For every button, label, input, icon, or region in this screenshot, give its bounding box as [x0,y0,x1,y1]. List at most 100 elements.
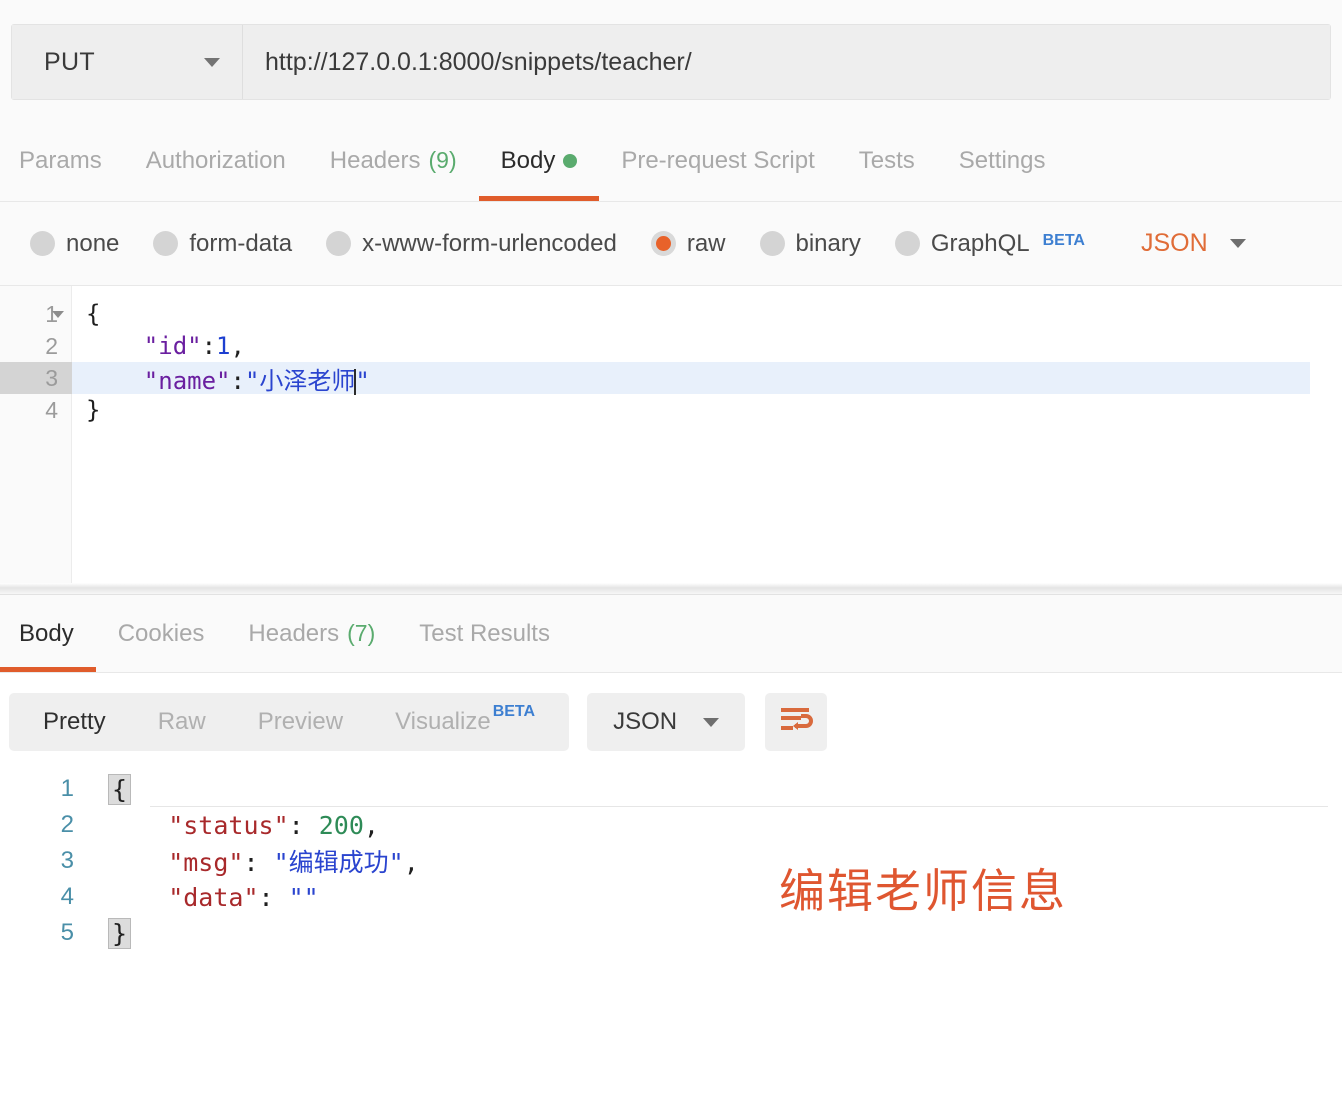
code-token: , [403,848,419,877]
body-type-radio-group: none form-data x-www-form-urlencoded raw bin… [0,230,1119,258]
request-url-input[interactable] [243,25,1330,99]
response-tab-cookies[interactable]: Cookies [96,595,227,672]
code-text: "msg": "编辑成功", [100,843,419,879]
body-type-label: GraphQL [930,229,1030,257]
response-body-viewer: 1{2 "status": 200, 3 "msg": "编辑成功", 4 "dat… [0,771,1342,1110]
postman-window: PUT Params Authorization Headers (9) Body Pre… [0,0,1342,1110]
body-type-label: raw [686,229,726,257]
response-view-preview[interactable]: Preview [232,693,369,751]
response-view-raw[interactable]: Raw [132,693,232,751]
line-number: 2 [45,332,58,359]
body-type-label: x-www-form-urlencoded [362,229,617,257]
request-tab-headers[interactable]: Headers (9) [308,120,479,201]
response-toolbar: Pretty Raw Preview Visualize BETA JSON [0,673,1342,771]
response-format-dropdown[interactable]: JSON [587,693,746,751]
tab-label: Headers [248,619,340,647]
code-text: { [72,300,100,328]
request-code-line[interactable]: 4} [0,394,1342,426]
tab-label: Headers [329,146,421,174]
response-line-rule [150,806,1328,807]
code-text: "id":1, [72,332,245,360]
request-tab-authorization[interactable]: Authorization [124,120,308,201]
tab-label: Test Results [419,619,550,647]
line-number: 5 [60,919,74,946]
code-text: "data": "" [100,883,319,912]
response-view-visualize[interactable]: Visualize BETA [369,693,561,751]
request-code-line[interactable]: 2 "id":1, [0,330,1342,362]
tab-label: Body [19,619,74,647]
view-mode-label: Preview [257,708,344,735]
request-tab-settings[interactable]: Settings [937,120,1068,201]
response-tab-headers[interactable]: Headers (7) [226,595,397,672]
body-type-row: none form-data x-www-form-urlencoded raw bin… [0,202,1342,286]
code-token: } [86,396,101,424]
response-view-mode-group: Pretty Raw Preview Visualize BETA [9,693,570,751]
annotation-text: 编辑老师信息 [779,864,1067,918]
line-number: 4 [60,883,74,910]
response-code-line: 1{ [0,771,1342,807]
code-token: "msg" [108,848,244,877]
radio-button-icon [153,231,179,256]
tab-label: Pre-request Script [621,146,815,174]
code-token: : [243,848,274,877]
chevron-down-icon [703,717,720,727]
chevron-down-icon [204,57,220,67]
word-wrap-icon [779,705,814,740]
fold-caret-icon[interactable] [52,310,64,318]
response-code-line: 5} [0,915,1342,951]
request-tab-tests[interactable]: Tests [837,120,937,201]
tab-count-badge: (9) [428,147,457,173]
request-body-editor[interactable]: 1{2 "id":1, 3 "name":"小泽老师" 4} [0,286,1342,583]
view-mode-label: Pretty [43,708,106,735]
response-tab-body[interactable]: Body [0,595,96,672]
code-token: "小泽老师 [244,366,356,395]
tab-label: Params [19,146,102,174]
beta-badge: BETA [492,703,536,720]
radio-button-icon [650,231,676,256]
radio-button-icon [30,231,55,256]
code-token: "status" [108,810,289,840]
http-method-dropdown[interactable]: PUT [12,25,243,99]
request-tab-pre-request-script[interactable]: Pre-request Script [599,120,836,201]
pane-divider[interactable] [0,583,1342,595]
body-type-raw[interactable]: raw [650,229,726,258]
beta-badge: BETA [1042,231,1085,249]
request-tab-body[interactable]: Body [478,120,600,201]
code-token: { [108,773,132,805]
code-text: "status": 200, [100,811,379,840]
code-token: 200 [318,810,364,840]
code-token: : [201,332,217,360]
body-format-dropdown[interactable]: JSON [1141,229,1246,258]
code-text: { [100,773,132,805]
line-number: 4 [45,396,58,423]
code-token: "name" [86,366,231,395]
body-type-graphql[interactable]: GraphQL BETA [894,229,1085,258]
code-token: " [355,366,370,395]
tab-label: Tests [858,146,915,174]
view-mode-label: Visualize [395,708,491,735]
body-type-binary[interactable]: binary [759,230,861,258]
response-view-pretty[interactable]: Pretty [17,693,132,751]
radio-button-icon [894,231,920,256]
code-token: : [288,810,319,840]
body-type-label: form-data [189,229,293,257]
request-code-line[interactable]: 1{ [0,298,1342,330]
response-tab-test-results[interactable]: Test Results [397,595,572,672]
line-number: 2 [60,811,74,838]
request-tab-params[interactable]: Params [0,120,124,201]
body-type-form-data[interactable]: form-data [153,230,292,258]
radio-button-icon [326,231,352,256]
body-present-dot-icon [563,153,578,168]
tab-label: Cookies [117,619,205,647]
response-code-line: 3 "msg": "编辑成功", [0,843,1342,879]
code-token: } [108,917,132,949]
request-code-line[interactable]: 3 "name":"小泽老师" [0,362,1342,395]
code-token: : [258,882,289,912]
word-wrap-button[interactable] [765,693,828,751]
line-number: 3 [45,364,58,391]
body-type-x-www-form-urlencoded[interactable]: x-www-form-urlencoded [326,230,617,258]
body-type-label: none [66,229,120,257]
tab-label: Body [500,146,556,174]
tab-label: Settings [958,146,1046,174]
body-type-none[interactable]: none [30,230,119,258]
